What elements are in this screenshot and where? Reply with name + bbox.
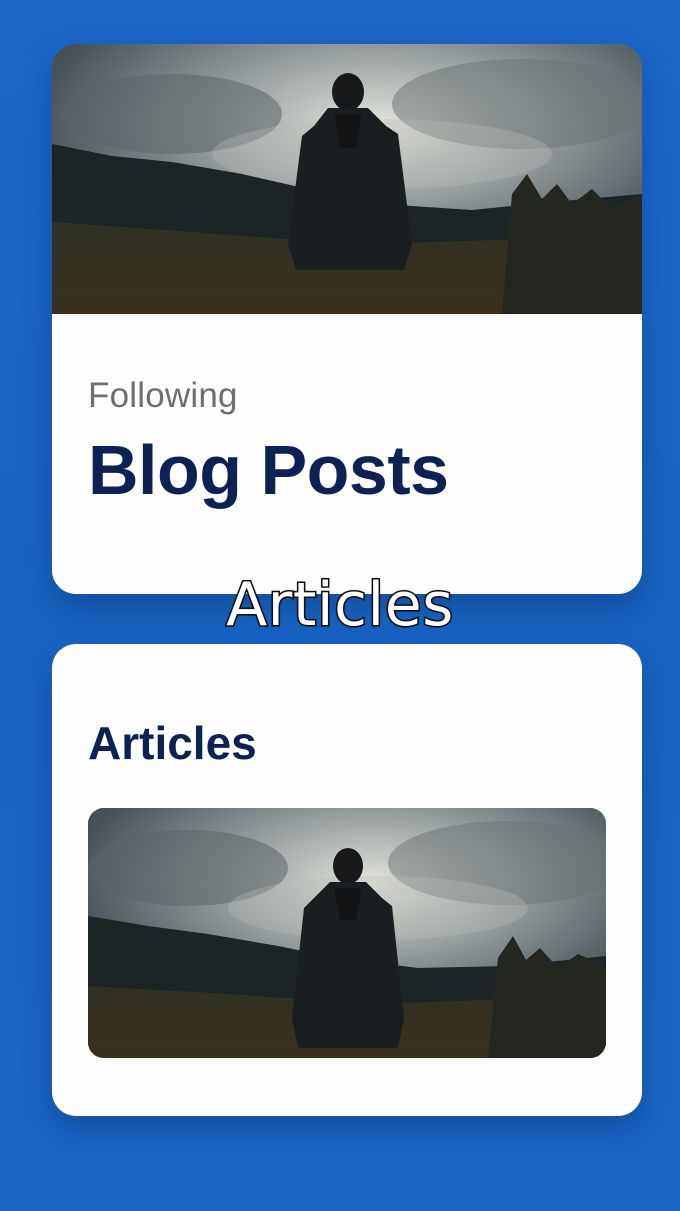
article-thumbnail-illustration <box>88 808 606 1058</box>
video-caption: Articles <box>225 569 455 642</box>
hero-image <box>52 44 642 314</box>
hero-panel: Following Blog Posts <box>52 314 642 594</box>
following-label: Following <box>88 376 238 415</box>
page-title: Blog Posts <box>88 431 449 509</box>
blog-posts-card[interactable]: Following Blog Posts <box>52 44 642 594</box>
article-thumbnail[interactable] <box>88 808 606 1058</box>
articles-heading: Articles <box>88 717 257 769</box>
hero-image-illustration <box>52 44 642 314</box>
articles-card[interactable]: Articles <box>52 644 642 1116</box>
